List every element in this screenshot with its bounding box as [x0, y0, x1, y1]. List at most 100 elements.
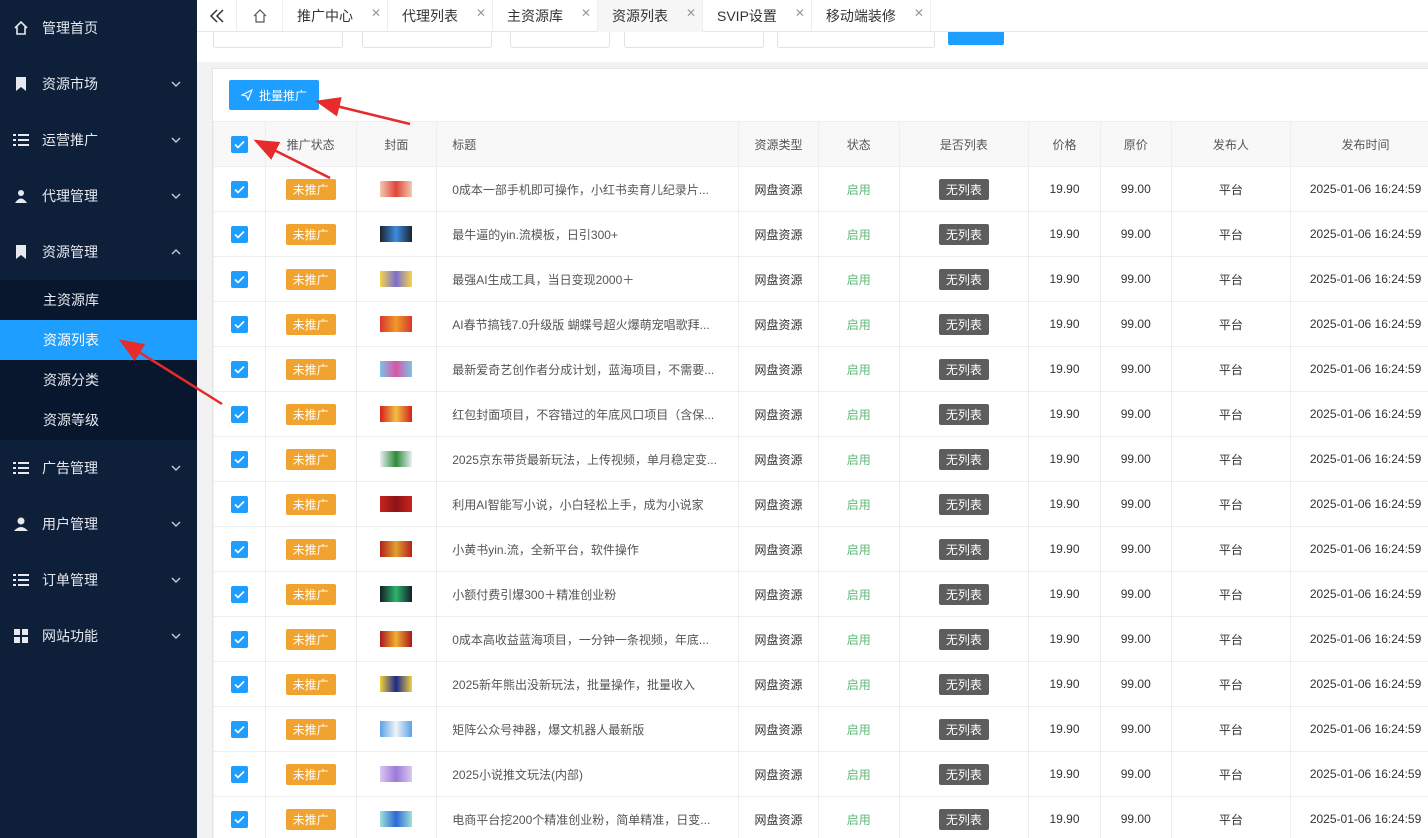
cover-thumbnail[interactable] [380, 451, 413, 467]
submenu-item-0[interactable]: 主资源库 [0, 280, 197, 320]
row-checkbox[interactable] [230, 180, 248, 198]
submenu-item-3[interactable]: 资源等级 [0, 400, 197, 440]
row-select-cell[interactable] [213, 301, 266, 347]
close-icon[interactable]: ✕ [914, 6, 924, 20]
submenu-item-2[interactable]: 资源分类 [0, 360, 197, 400]
row-select-cell[interactable] [213, 706, 266, 752]
cover-thumbnail[interactable] [380, 811, 413, 827]
sidebar-item-1[interactable]: 资源市场 [0, 56, 197, 112]
table-row[interactable]: 未推广 2025小说推文玩法(内部) 网盘资源 启用 无列表 19.90 99.00 平台 20… [213, 751, 1428, 797]
cover-thumbnail[interactable] [380, 541, 413, 557]
table-row[interactable]: 未推广 0成本高收益蓝海项目，一分钟一条视频，年底... 网盘资源 启用 无列表 19.9… [213, 616, 1428, 662]
close-icon[interactable]: ✕ [795, 6, 805, 20]
filter-select[interactable] [777, 32, 935, 48]
filter-input[interactable] [213, 32, 343, 48]
sidebar-item-6[interactable]: 用户管理 [0, 496, 197, 552]
sidebar-item-0[interactable]: 管理首页 [0, 0, 197, 56]
filter-input[interactable] [362, 32, 492, 48]
table-row[interactable]: 未推广 小额付费引爆300＋精准创业粉 网盘资源 启用 无列表 19.90 99.00 平台 2… [213, 571, 1428, 617]
row-checkbox[interactable] [230, 270, 248, 288]
row-checkbox[interactable] [230, 720, 248, 738]
table-row[interactable]: 未推广 矩阵公众号神器，爆文机器人最新版 网盘资源 启用 无列表 19.90 99.00 平台… [213, 706, 1428, 752]
row-checkbox[interactable] [230, 450, 248, 468]
filter-select[interactable] [624, 32, 764, 48]
cover-thumbnail[interactable] [380, 361, 413, 377]
row-select-cell[interactable] [213, 391, 266, 437]
check-icon [234, 500, 245, 509]
tab-4[interactable]: SVIP设置 ✕ [703, 0, 812, 32]
cover-thumbnail[interactable] [380, 226, 413, 242]
row-checkbox[interactable] [230, 810, 248, 828]
tab-3[interactable]: 资源列表 ✕ [598, 0, 703, 32]
row-select-cell[interactable] [213, 436, 266, 482]
row-checkbox[interactable] [230, 630, 248, 648]
close-icon[interactable]: ✕ [371, 6, 381, 20]
tab-5[interactable]: 移动端装修 ✕ [812, 0, 931, 32]
table-row[interactable]: 未推广 最新爱奇艺创作者分成计划，蓝海项目，不需要... 网盘资源 启用 无列表 19.9… [213, 346, 1428, 392]
row-checkbox[interactable] [230, 540, 248, 558]
table-row[interactable]: 未推广 2025京东带货最新玩法，上传视频，单月稳定变... 网盘资源 启用 无列表 19… [213, 436, 1428, 482]
row-checkbox[interactable] [230, 675, 248, 693]
select-all-checkbox[interactable] [230, 135, 248, 153]
table-row[interactable]: 未推广 利用AI智能写小说，小白轻松上手，成为小说家 网盘资源 启用 无列表 19.90 9… [213, 481, 1428, 527]
table-row[interactable]: 未推广 最牛逼的yin.流模板，日引300+ 网盘资源 启用 无列表 19.90 99.00… [213, 211, 1428, 257]
sidebar-item-3[interactable]: 代理管理 [0, 168, 197, 224]
row-checkbox[interactable] [230, 225, 248, 243]
cover-thumbnail[interactable] [380, 496, 413, 512]
close-icon[interactable]: ✕ [581, 6, 591, 20]
cover-thumbnail[interactable] [380, 631, 413, 647]
table-row[interactable]: 未推广 最强AI生成工具，当日变现2000＋ 网盘资源 启用 无列表 19.90 99.00… [213, 256, 1428, 302]
row-select-cell[interactable] [213, 166, 266, 212]
sidebar-item-8[interactable]: 网站功能 [0, 608, 197, 664]
table-row[interactable]: 未推广 红包封面项目，不容错过的年底风口项目（含保... 网盘资源 启用 无列表 19.9… [213, 391, 1428, 437]
row-select-cell[interactable] [213, 526, 266, 572]
cover-thumbnail[interactable] [380, 316, 413, 332]
table-row[interactable]: 未推广 小黄书yin.流，全新平台，软件操作 网盘资源 启用 无列表 19.90 99.00… [213, 526, 1428, 572]
submenu-item-1[interactable]: 资源列表 [0, 320, 197, 360]
sidebar-item-5[interactable]: 广告管理 [0, 440, 197, 496]
sidebar-item-4[interactable]: 资源管理 [0, 224, 197, 280]
cover-thumbnail[interactable] [380, 721, 413, 737]
row-checkbox[interactable] [230, 360, 248, 378]
row-checkbox[interactable] [230, 585, 248, 603]
table-row[interactable]: 未推广 AI春节搞钱7.0升级版 蝴蝶号超火爆萌宠唱歌拜... 网盘资源 启用 无列表 1… [213, 301, 1428, 347]
row-checkbox[interactable] [230, 765, 248, 783]
type-cell: 网盘资源 [738, 301, 819, 347]
table-row[interactable]: 未推广 电商平台挖200个精准创业粉，简单精准，日变... 网盘资源 启用 无列表 19.… [213, 796, 1428, 838]
cover-thumbnail[interactable] [380, 271, 413, 287]
close-icon[interactable]: ✕ [476, 6, 486, 20]
table-row[interactable]: 未推广 2025新年熊出没新玩法，批量操作，批量收入 网盘资源 启用 无列表 19.90 9… [213, 661, 1428, 707]
row-select-cell[interactable] [213, 661, 266, 707]
row-select-cell[interactable] [213, 571, 266, 617]
table-row[interactable]: 未推广 0成本一部手机即可操作，小红书卖育儿纪录片... 网盘资源 启用 无列表 19.9… [213, 166, 1428, 212]
sidebar-item-label: 管理首页 [42, 20, 98, 36]
batch-promote-button[interactable]: 批量推广 [229, 80, 319, 110]
cover-thumbnail[interactable] [380, 406, 413, 422]
select-all-cell[interactable] [213, 121, 266, 167]
sidebar-item-2[interactable]: 运营推广 [0, 112, 197, 168]
row-checkbox[interactable] [230, 495, 248, 513]
close-icon[interactable]: ✕ [686, 6, 696, 20]
row-select-cell[interactable] [213, 751, 266, 797]
tab-label: 代理列表 [402, 8, 458, 24]
row-select-cell[interactable] [213, 616, 266, 662]
tab-2[interactable]: 主资源库 ✕ [493, 0, 598, 32]
home-tab[interactable] [237, 0, 283, 32]
row-checkbox[interactable] [230, 405, 248, 423]
row-select-cell[interactable] [213, 256, 266, 302]
collapse-sidebar-button[interactable] [197, 0, 237, 32]
cover-thumbnail[interactable] [380, 586, 413, 602]
row-select-cell[interactable] [213, 481, 266, 527]
tab-0[interactable]: 推广中心 ✕ [283, 0, 388, 32]
cover-thumbnail[interactable] [380, 766, 413, 782]
sidebar-item-7[interactable]: 订单管理 [0, 552, 197, 608]
filter-select[interactable] [510, 32, 610, 48]
row-select-cell[interactable] [213, 211, 266, 257]
row-checkbox[interactable] [230, 315, 248, 333]
cover-thumbnail[interactable] [380, 676, 413, 692]
row-select-cell[interactable] [213, 346, 266, 392]
cover-thumbnail[interactable] [380, 181, 413, 197]
search-button[interactable] [948, 32, 1004, 45]
tab-1[interactable]: 代理列表 ✕ [388, 0, 493, 32]
row-select-cell[interactable] [213, 796, 266, 838]
